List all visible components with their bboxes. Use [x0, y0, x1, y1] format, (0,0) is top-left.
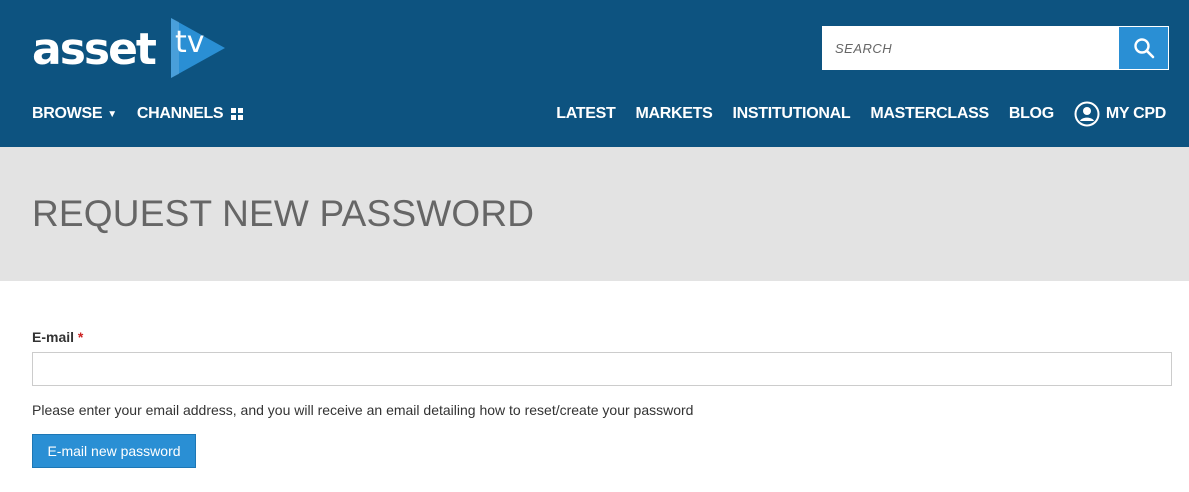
- logo-wordmark: asset: [32, 24, 157, 75]
- email-new-password-button[interactable]: E-mail new password: [32, 434, 196, 468]
- primary-nav: BROWSE ▼ CHANNELS: [32, 102, 263, 126]
- logo-tv-text: tv: [174, 25, 205, 60]
- email-help-text: Please enter your email address, and you…: [32, 402, 694, 418]
- asset-tv-logo[interactable]: asset tv: [32, 16, 229, 80]
- search-box: [822, 26, 1169, 70]
- page-title: REQUEST NEW PASSWORD: [32, 193, 535, 234]
- nav-masterclass[interactable]: MASTERCLASS: [870, 105, 989, 123]
- search-input[interactable]: [822, 26, 1119, 70]
- nav-my-cpd-label: MY CPD: [1105, 105, 1166, 122]
- required-marker: *: [77, 329, 84, 345]
- email-field[interactable]: [32, 352, 1172, 386]
- nav-browse[interactable]: BROWSE ▼: [32, 105, 117, 123]
- page-title-band: REQUEST NEW PASSWORD: [0, 147, 1189, 281]
- nav-latest[interactable]: LATEST: [556, 105, 616, 123]
- user-icon: [1074, 101, 1100, 127]
- email-label-text: E-mail: [32, 329, 75, 345]
- secondary-nav: LATEST MARKETS INSTITUTIONAL MASTERCLASS…: [536, 101, 1166, 127]
- nav-my-cpd[interactable]: MY CPD: [1074, 101, 1166, 127]
- play-icon: tv: [169, 16, 229, 80]
- nav-blog[interactable]: BLOG: [1009, 105, 1054, 123]
- nav-channels[interactable]: CHANNELS: [137, 105, 244, 123]
- nav-institutional[interactable]: INSTITUTIONAL: [732, 105, 850, 123]
- search-button[interactable]: [1119, 26, 1169, 70]
- site-header: asset tv BROWSE ▼ CHANNELS: [0, 0, 1189, 147]
- search-icon: [1133, 38, 1154, 59]
- grid-icon: [231, 108, 244, 120]
- email-label: E-mail *: [32, 329, 83, 345]
- nav-markets[interactable]: MARKETS: [635, 105, 712, 123]
- caret-down-icon: ▼: [107, 108, 117, 120]
- nav-browse-label: BROWSE: [32, 105, 103, 122]
- nav-channels-label: CHANNELS: [136, 105, 224, 122]
